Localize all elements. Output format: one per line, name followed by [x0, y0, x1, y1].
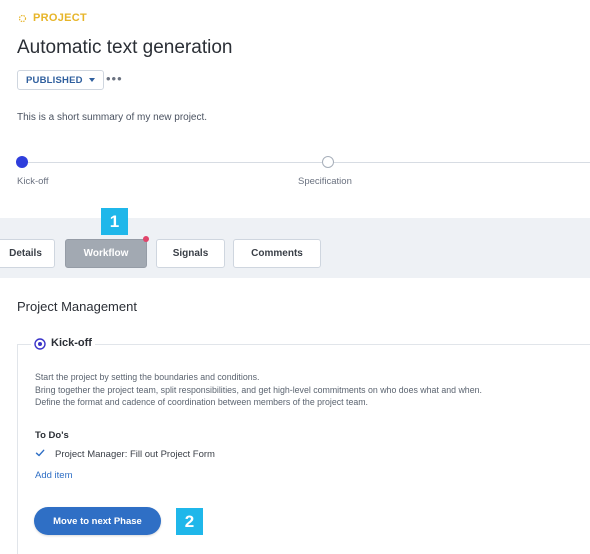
card-border-top — [95, 344, 590, 345]
annotation-badge-1: 1 — [101, 208, 128, 235]
move-to-next-phase-button[interactable]: Move to next Phase — [34, 507, 161, 535]
todos-heading: To Do's — [35, 430, 69, 441]
target-circle-icon — [34, 338, 46, 350]
add-item-link[interactable]: Add item — [35, 470, 73, 481]
phase-dot-kickoff[interactable] — [16, 156, 28, 168]
tab-comments-label: Comments — [251, 248, 303, 259]
tab-signals-label: Signals — [172, 248, 209, 259]
phase-description: Start the project by setting the boundar… — [35, 371, 482, 409]
phase-label-kickoff: Kick-off — [17, 176, 49, 187]
more-options-button[interactable]: ••• — [106, 72, 123, 86]
tab-signals[interactable]: Signals — [156, 239, 225, 268]
project-summary: This is a short summary of my new projec… — [17, 112, 208, 123]
status-dropdown[interactable]: PUBLISHED — [17, 70, 104, 90]
tab-workflow-label: Workflow — [83, 248, 129, 259]
phase-dot-specification[interactable] — [322, 156, 334, 168]
annotation-badge-2: 2 — [176, 508, 203, 535]
tab-comments[interactable]: Comments — [233, 239, 321, 268]
project-type-label: PROJECT — [17, 12, 87, 24]
phase-track — [22, 162, 590, 163]
description-line: Bring together the project team, split r… — [35, 384, 482, 395]
tab-workflow[interactable]: Workflow — [65, 239, 147, 268]
card-border-top-left — [17, 344, 31, 345]
checkmark-icon[interactable] — [35, 448, 45, 458]
phase-card-title: Kick-off — [51, 337, 92, 349]
page-title: Automatic text generation — [17, 37, 233, 58]
card-border-left — [17, 344, 18, 554]
chevron-down-icon — [88, 78, 95, 82]
tab-details-label: Details — [9, 248, 42, 259]
phase-label-specification: Specification — [298, 176, 352, 187]
notification-dot — [143, 236, 149, 242]
description-line: Define the format and cadence of coordin… — [35, 397, 369, 407]
status-value: PUBLISHED — [26, 74, 83, 86]
description-line: Start the project by setting the boundar… — [35, 372, 260, 382]
project-type-text: PROJECT — [33, 12, 88, 24]
project-sun-icon — [18, 14, 27, 22]
tab-details[interactable]: Details — [0, 239, 55, 268]
next-phase-label: Move to next Phase — [53, 515, 142, 527]
todo-item-text: Project Manager: Fill out Project Form — [55, 449, 215, 460]
section-title: Project Management — [17, 299, 137, 314]
